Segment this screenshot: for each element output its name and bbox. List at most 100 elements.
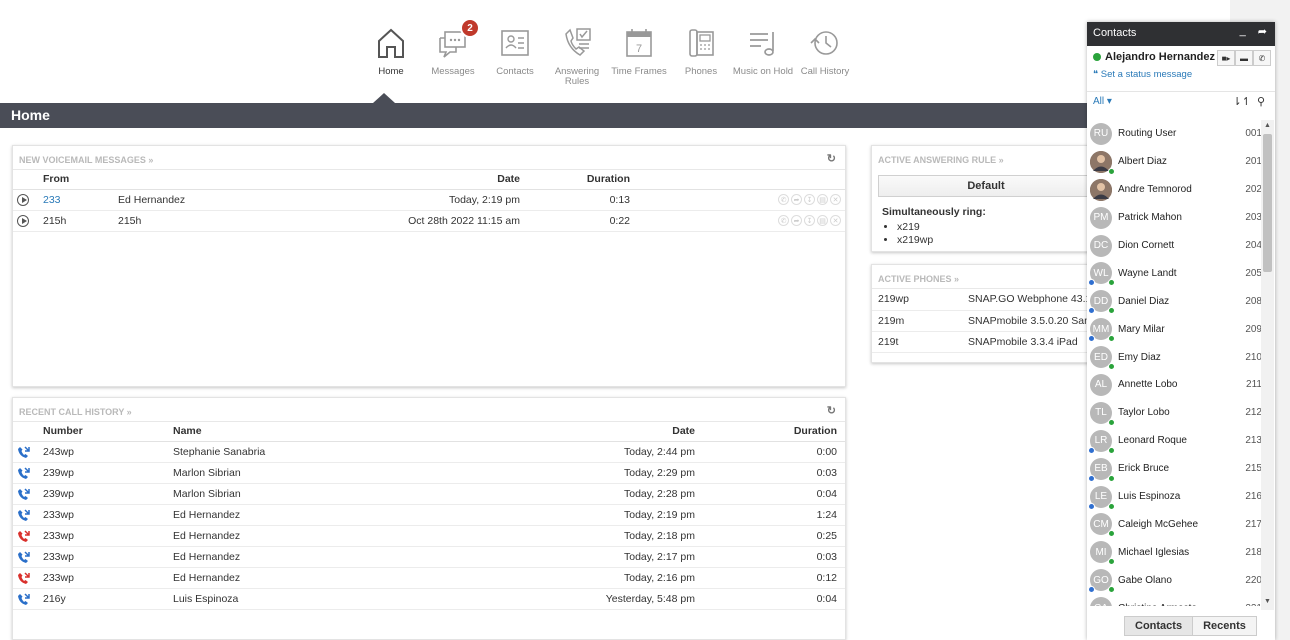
nav-active-pointer [373,93,395,103]
archive-icon[interactable]: ▤ [817,194,828,205]
contact-item[interactable]: CM Caleigh McGehee 217 [1087,510,1262,538]
scroll-down-icon[interactable]: ▼ [1264,598,1271,605]
call-history-title[interactable]: RECENT CALL HISTORY » ↻ [13,398,845,422]
nav-item-messages[interactable]: Messages 2 [422,18,484,87]
call-history-row[interactable]: 233wp Ed Hernandez Today, 2:17 pm 0:03 [13,546,845,568]
call-back-icon[interactable]: ✆ [778,215,789,226]
chat-button[interactable]: ▬ [1235,50,1253,66]
contact-item[interactable]: EB Erick Bruce 215 [1087,455,1262,483]
active-phones-table: 219wp SNAP.GO Webphone 43.1.0 219m SNAPmobi… [872,289,1100,353]
forward-icon[interactable]: ➦ [791,194,802,205]
voicemail-from-link[interactable]: 233 [43,194,61,206]
call-back-icon[interactable]: ✆ [778,194,789,205]
contact-name: Annette Lobo [1118,379,1178,391]
avatar: DC [1090,234,1112,257]
save-icon[interactable]: ↧ [804,215,815,226]
tab-recents[interactable]: Recents [1193,617,1256,635]
nav-item-time-frames[interactable]: 7 Time Frames [608,26,670,87]
contact-item[interactable]: DD Daniel Diaz 208 [1087,287,1262,315]
call-history-row[interactable]: 233wp Ed Hernandez Today, 2:16 pm 0:12 [13,567,845,589]
sort-icon[interactable]: ⇂↿ [1233,95,1251,108]
forward-icon[interactable]: ➦ [791,215,802,226]
presence-online-icon [1108,502,1115,510]
refresh-icon[interactable]: ↻ [827,152,836,165]
voicemail-date: Today, 2:19 pm [324,189,524,211]
contact-extension: 211 [1246,379,1262,391]
contact-item[interactable]: CA Christina Armesto221 [1087,594,1262,606]
contact-item[interactable]: GO Gabe Olano 220 [1087,566,1262,594]
set-status-link[interactable]: ❝ Set a status message [1093,69,1269,80]
call-history-row[interactable]: 239wp Marlon Sibrian Today, 2:28 pm 0:04 [13,483,845,505]
tab-contacts[interactable]: Contacts [1125,617,1194,635]
avatar: PM [1090,206,1112,229]
presence-online-icon [1108,474,1115,482]
popout-icon[interactable]: ➦ [1258,25,1267,38]
save-icon[interactable]: ↧ [804,194,815,205]
nav-item-music-on-hold[interactable]: Music on Hold [732,26,794,87]
search-icon[interactable]: ⚲ [1257,95,1265,108]
contact-item[interactable]: AL Annette Lobo 211 [1087,371,1262,399]
contact-item[interactable]: DC Dion Cornett 204 [1087,232,1262,260]
contact-item[interactable]: MM Mary Milar 209 [1087,315,1262,343]
nav-item-phones[interactable]: Phones [670,26,732,87]
nav-item-home[interactable]: Home [360,26,422,87]
avatar [1090,178,1112,201]
scrollbar-thumb[interactable] [1263,134,1272,272]
nav-item-contacts[interactable]: Contacts [484,26,546,87]
video-call-button[interactable]: ■▸ [1217,50,1235,66]
home-icon [374,26,408,63]
col-name: Name [169,422,419,442]
phone-device: 219wp [872,289,962,311]
presence-online-icon [1093,53,1101,61]
call-history-icon [808,26,842,63]
play-icon[interactable] [17,214,29,227]
contacts-scrollbar[interactable]: ▲ ▼ [1261,120,1274,610]
contact-item[interactable]: PM Patrick Mahon 203 [1087,204,1262,232]
default-rule-button[interactable]: Default [878,175,1094,197]
nav-item-call-history[interactable]: Call History [794,26,856,87]
voicemail-row[interactable]: 215h 215h Oct 28th 2022 11:15 am 0:22 ✆ ➦ ↧ ▤ ✕ [13,210,845,232]
scroll-up-icon[interactable]: ▲ [1264,122,1271,129]
active-phones-title[interactable]: ACTIVE PHONES » [872,265,1100,289]
contact-item[interactable]: LR Leonard Roque 213 [1087,427,1262,455]
contact-item[interactable]: TL Taylor Lobo 212 [1087,399,1262,427]
voicemail-duration: 0:13 [524,189,634,211]
call-history-row[interactable]: 233wp Ed Hernandez Today, 2:19 pm 1:24 [13,504,845,526]
contact-item[interactable]: Andre Temnorod 202 [1087,176,1262,204]
call-history-row[interactable]: 233wp Ed Hernandez Today, 2:18 pm 0:25 [13,525,845,547]
filter-dropdown[interactable]: All ▾ [1093,96,1112,107]
call-date: Yesterday, 5:48 pm [419,588,699,610]
contact-item[interactable]: ED Emy Diaz 210 [1087,343,1262,371]
play-icon[interactable] [17,193,29,206]
avatar-initials: GO [1093,574,1109,586]
archive-icon[interactable]: ▤ [817,215,828,226]
contact-item[interactable]: LE Luis Espinoza 216 [1087,483,1262,511]
call-history-row[interactable]: 243wp Stephanie Sanabria Today, 2:44 pm 0:0… [13,441,845,463]
nav-label: Time Frames [611,66,667,77]
call-date: Today, 2:19 pm [419,504,699,526]
avatar-initials: EB [1094,463,1108,475]
nav-item-answering-rules[interactable]: Answering Rules [546,26,608,87]
contact-extension: 218 [1245,546,1262,558]
delete-icon[interactable]: ✕ [830,215,841,226]
call-history-row[interactable]: 239wp Marlon Sibrian Today, 2:29 pm 0:03 [13,462,845,484]
contact-item[interactable]: WL Wayne Landt 205 [1087,259,1262,287]
presence-busy-icon [1088,586,1095,594]
call-name: Stephanie Sanabria [169,441,419,463]
delete-icon[interactable]: ✕ [830,194,841,205]
presence-online-icon [1108,446,1115,454]
refresh-icon[interactable]: ↻ [827,404,836,417]
answering-rule-title[interactable]: ACTIVE ANSWERING RULE » [872,146,1100,170]
presence-busy-icon [1088,446,1095,454]
contact-extension: 215 [1245,463,1262,475]
minimize-icon[interactable]: _ [1240,25,1246,38]
call-name: Ed Hernandez [169,567,419,589]
phone-call-button[interactable]: ✆ [1253,50,1271,66]
avatar-initials: LR [1094,435,1108,447]
call-history-row[interactable]: 216y Luis Espinoza Yesterday, 5:48 pm 0:04 [13,588,845,610]
contact-item[interactable]: MI Michael Iglesias 218 [1087,538,1262,566]
voicemail-row[interactable]: 233 Ed Hernandez Today, 2:19 pm 0:13 ✆ ➦ ↧ ▤ ✕ [13,189,845,211]
voicemail-title[interactable]: NEW VOICEMAIL MESSAGES » ↻ [13,146,845,170]
contact-item[interactable]: RU Routing User 001 [1087,120,1262,148]
contact-item[interactable]: Albert Diaz 201 [1087,148,1262,176]
